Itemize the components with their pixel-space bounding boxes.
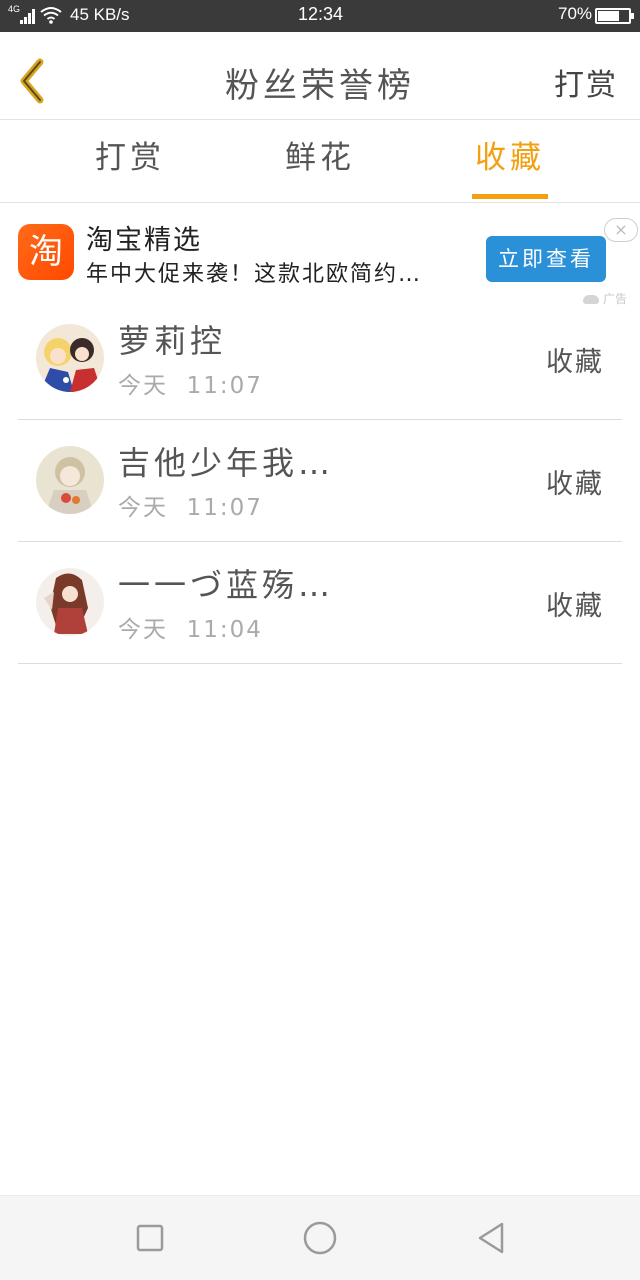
- system-nav-bar: [0, 1195, 640, 1280]
- avatar-image: [36, 568, 104, 636]
- taobao-logo: 淘: [18, 224, 74, 280]
- battery-percent: 70%: [558, 4, 593, 23]
- fan-name: 一一づ蓝殇…: [118, 566, 335, 604]
- fan-date: 今天: [118, 495, 168, 521]
- fan-date: 今天: [118, 373, 168, 399]
- close-icon[interactable]: ×: [604, 218, 638, 242]
- network-speed: 45 KB/s: [70, 5, 130, 24]
- avatar-image: [36, 324, 104, 392]
- tab-favorites[interactable]: 收藏: [450, 121, 570, 203]
- ad-view-button[interactable]: 立即查看: [486, 236, 606, 282]
- fan-time: 今天 11:04: [118, 610, 263, 644]
- tab-bar: 打赏 鲜花 收藏: [0, 121, 640, 203]
- fan-action-label: 收藏: [546, 591, 604, 622]
- network-type: 4G: [8, 4, 21, 14]
- recent-apps-button[interactable]: [130, 1218, 170, 1258]
- home-button[interactable]: [300, 1218, 340, 1258]
- app-header: 粉丝荣誉榜 打赏: [0, 42, 640, 120]
- status-bar: 4G 45 KB/s 12:34 70%: [0, 0, 640, 32]
- list-item[interactable]: 萝莉控 今天 11:07 收藏: [18, 298, 622, 420]
- ad-description: 年中大促来袭！这款北欧简约…: [86, 262, 423, 287]
- fan-name: 吉他少年我…: [118, 444, 335, 482]
- wifi-icon: [40, 7, 62, 24]
- tab-flowers[interactable]: 鲜花: [260, 121, 380, 203]
- battery-icon: [595, 8, 634, 24]
- tab-label: 收藏: [475, 140, 545, 176]
- fan-date: 今天: [118, 617, 168, 643]
- fan-time: 今天 11:07: [118, 488, 263, 522]
- ad-title: 淘宝精选: [86, 225, 202, 256]
- avatar-image: [36, 446, 104, 514]
- battery-level: [598, 11, 619, 21]
- fan-name: 萝莉控: [118, 322, 227, 360]
- tab-label: 打赏: [95, 140, 165, 176]
- avatar: [36, 324, 104, 392]
- list-item[interactable]: 一一づ蓝殇… 今天 11:04 收藏: [18, 542, 622, 664]
- fan-time: 今天 11:07: [118, 366, 263, 400]
- active-tab-indicator: [472, 194, 548, 199]
- ad-banner[interactable]: 淘 淘宝精选 年中大促来袭！这款北欧简约… 立即查看 × 广告: [0, 204, 640, 308]
- fan-clock: 11:04: [186, 617, 263, 643]
- tab-tips[interactable]: 打赏: [70, 121, 190, 203]
- fan-action-label: 收藏: [546, 347, 604, 378]
- tab-label: 鲜花: [285, 140, 355, 176]
- avatar: [36, 446, 104, 514]
- fan-list: 萝莉控 今天 11:07 收藏 吉他少年我… 今天 11:07 收藏 一一づ蓝殇…: [18, 298, 622, 664]
- fan-action-label: 收藏: [546, 469, 604, 500]
- tip-button[interactable]: 打赏: [554, 60, 618, 104]
- clock: 12:34: [298, 4, 344, 24]
- avatar: [36, 568, 104, 636]
- battery-nub: [631, 13, 634, 19]
- list-item[interactable]: 吉他少年我… 今天 11:07 收藏: [18, 420, 622, 542]
- fan-clock: 11:07: [186, 495, 263, 521]
- fan-clock: 11:07: [186, 373, 263, 399]
- nav-back-button[interactable]: [472, 1218, 512, 1258]
- signal-icon: [20, 9, 35, 24]
- page-title: 粉丝荣誉榜: [225, 66, 415, 106]
